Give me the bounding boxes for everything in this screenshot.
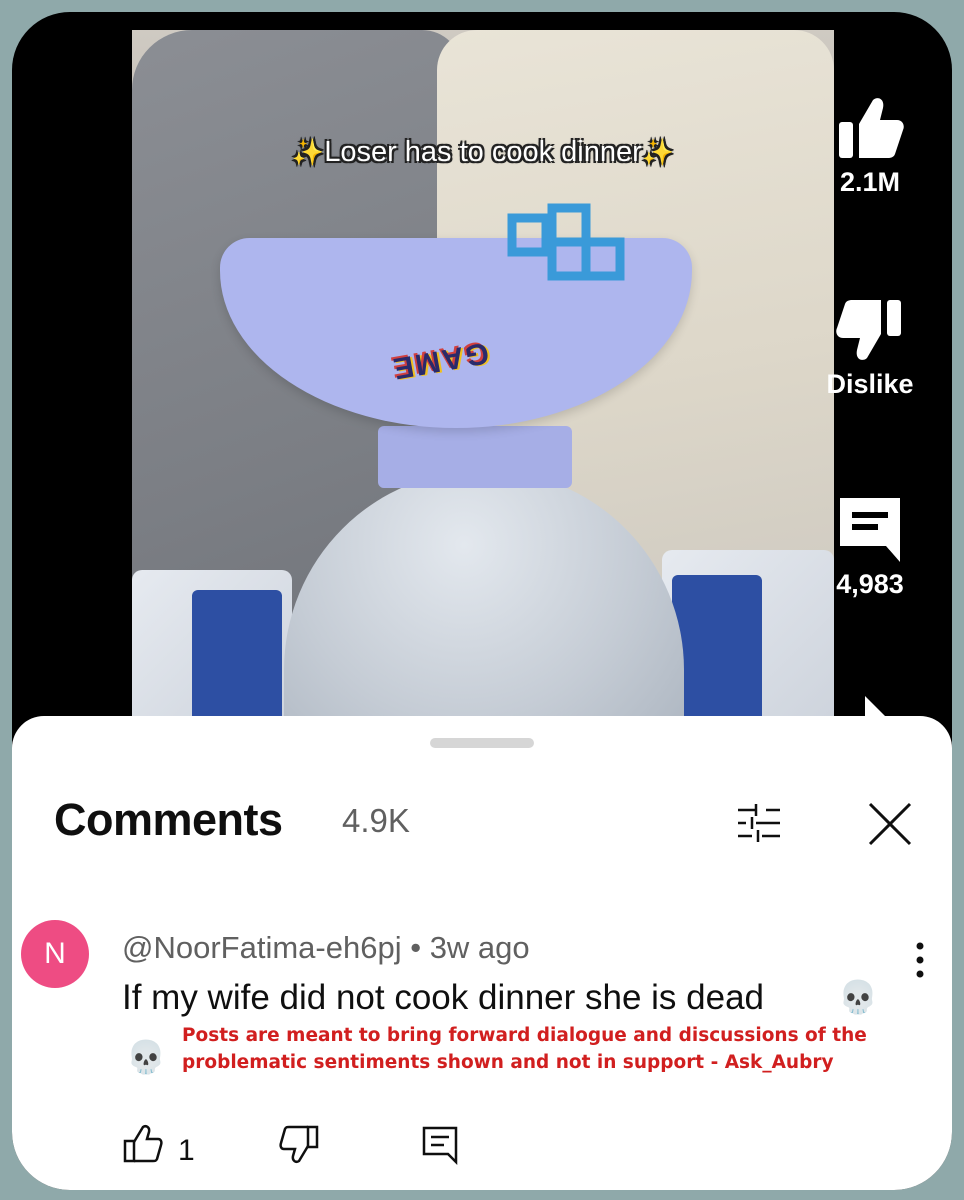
drag-handle[interactable] xyxy=(430,738,534,748)
blue-blocks xyxy=(507,203,625,281)
comment-like-count: 1 xyxy=(178,1134,195,1167)
thumbs-down-outline-icon[interactable] xyxy=(278,1124,320,1164)
comments-sheet: Comments 4.9K N @NoorFatima-eh6pj • 3w a… xyxy=(12,716,952,1190)
game-mat-right xyxy=(672,575,762,725)
comment-icon xyxy=(840,498,900,562)
more-vertical-icon[interactable] xyxy=(912,940,928,980)
skull-emoji: 💀 xyxy=(126,1039,166,1075)
comment-count: 4,983 xyxy=(836,569,904,599)
thumbs-up-outline-icon[interactable] xyxy=(122,1124,164,1164)
meta-separator: • xyxy=(410,930,422,965)
avatar[interactable]: N xyxy=(21,920,89,988)
video-caption: ✨Loser has to cook dinner✨ xyxy=(291,136,675,168)
sparkles-icon: ✨ xyxy=(641,137,675,167)
close-icon[interactable] xyxy=(864,798,916,850)
comments-button[interactable]: 4,983 xyxy=(820,492,920,600)
game-mat-left xyxy=(192,590,282,730)
like-button[interactable]: 2.1M xyxy=(820,94,920,198)
sparkles-icon: ✨ xyxy=(291,137,325,167)
comments-title: Comments xyxy=(54,794,283,845)
thumbs-up-icon xyxy=(839,98,904,158)
comment-meta: @NoorFatima-eh6pj • 3w ago xyxy=(122,930,530,966)
dislike-button[interactable]: Dislike xyxy=(820,296,920,400)
dislike-label: Dislike xyxy=(826,369,914,399)
like-count: 2.1M xyxy=(839,167,901,197)
reply-comment-icon[interactable] xyxy=(420,1124,460,1166)
skull-emoji: 💀 xyxy=(838,979,878,1015)
comment-author[interactable]: @NoorFatima-eh6pj xyxy=(122,930,402,965)
filter-icon[interactable] xyxy=(732,802,788,844)
board-stand xyxy=(378,426,572,488)
comments-count: 4.9K xyxy=(342,802,410,839)
comment-text: If my wife did not cook dinner she is de… xyxy=(122,978,765,1017)
disclaimer-overlay: Posts are meant to bring forward dialogu… xyxy=(182,1025,867,1073)
phone-frame: GAME ✨Loser has to cook dinner✨ 2.1M Dis… xyxy=(12,12,952,1190)
video-player[interactable]: GAME ✨Loser has to cook dinner✨ xyxy=(132,30,834,730)
thumbs-down-icon xyxy=(836,300,901,360)
comment-time: 3w ago xyxy=(429,930,530,965)
